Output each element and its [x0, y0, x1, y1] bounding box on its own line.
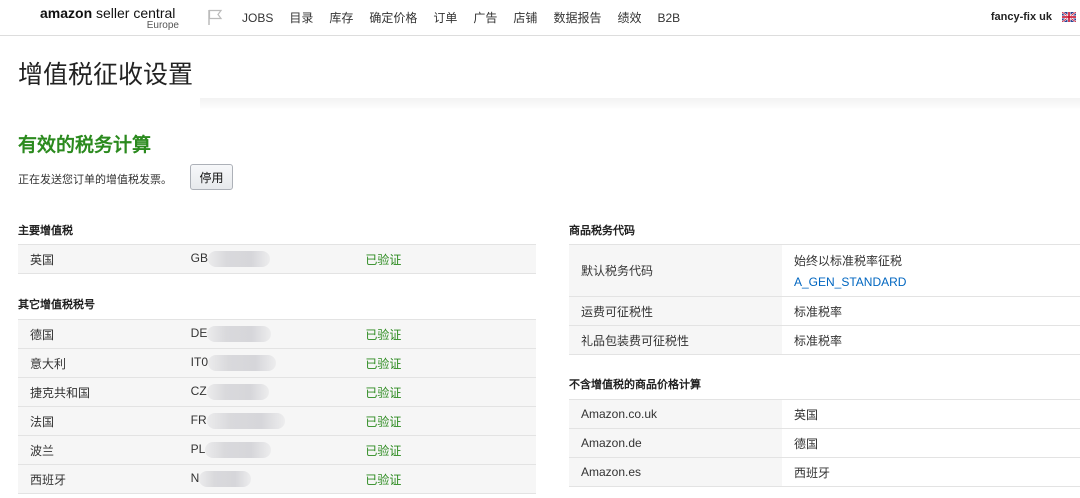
- table-row: 波兰 PL 已验证: [18, 435, 536, 465]
- marketplace-country: 德国: [782, 428, 1080, 458]
- table-row: 意大利 IT0 已验证: [18, 348, 536, 378]
- vat-number: PL: [190, 435, 366, 465]
- table-row: 默认税务代码 始终以标准税率征税 A_GEN_STANDARD: [569, 244, 1080, 297]
- vat-status: 已验证: [365, 377, 536, 407]
- title-divider: [200, 98, 1080, 110]
- uk-flag-icon[interactable]: [1062, 12, 1076, 22]
- disable-button[interactable]: 停用: [190, 164, 233, 190]
- redacted-vat-number: [208, 355, 276, 371]
- seller-central-logo[interactable]: amazon seller central Europe: [40, 5, 185, 33]
- vat-number: IT0: [190, 348, 366, 378]
- primary-vat-heading: 主要增值税: [18, 225, 73, 237]
- marketplace-country: 西班牙: [782, 457, 1080, 487]
- price-calc-heading: 不含增值税的商品价格计算: [569, 379, 701, 391]
- flag-icon[interactable]: [206, 8, 224, 26]
- invoice-status-text: 正在发送您订单的增值税发票。: [18, 174, 172, 186]
- marketplace-name: Amazon.es: [569, 457, 782, 487]
- account-name[interactable]: fancy-fix uk: [991, 11, 1052, 23]
- vat-number: CZ: [190, 377, 366, 407]
- default-tax-code-value: 始终以标准税率征税 A_GEN_STANDARD: [782, 244, 1080, 297]
- marketplace-name: Amazon.co.uk: [569, 399, 782, 429]
- redacted-vat-number: [206, 384, 269, 400]
- giftwrap-taxability-label: 礼品包装费可征税性: [569, 325, 782, 355]
- marketplace-country: 英国: [782, 399, 1080, 429]
- vat-number: N: [190, 464, 366, 494]
- nav-performance[interactable]: 绩效: [617, 11, 641, 25]
- nav-catalog[interactable]: 目录: [289, 11, 313, 25]
- nav-jobs[interactable]: JOBS: [242, 11, 273, 25]
- default-tax-code-label: 默认税务代码: [569, 244, 782, 297]
- vat-number: GB: [190, 244, 366, 274]
- other-vat-table: 德国 DE 已验证 意大利 IT0 已验证 捷克共和国 CZ 已验证 法国 FR…: [18, 319, 536, 494]
- vat-number: DE: [190, 319, 366, 349]
- table-row: Amazon.de 德国: [569, 428, 1080, 458]
- main-nav: JOBS 目录 库存 确定价格 订单 广告 店铺 数据报告 绩效 B2B: [242, 11, 696, 25]
- nav-reports[interactable]: 数据报告: [553, 11, 601, 25]
- redacted-vat-number: [205, 442, 272, 458]
- table-row: 礼品包装费可征税性 标准税率: [569, 325, 1080, 355]
- redacted-vat-number: [208, 251, 270, 267]
- vat-status: 已验证: [365, 464, 536, 494]
- vat-status: 已验证: [365, 348, 536, 378]
- nav-stores[interactable]: 店铺: [513, 11, 537, 25]
- tax-code-heading: 商品税务代码: [569, 225, 635, 237]
- top-nav: amazon seller central Europe JOBS 目录 库存 …: [0, 0, 1080, 36]
- vat-status: 已验证: [365, 244, 536, 274]
- price-calc-table: Amazon.co.uk 英国 Amazon.de 德国 Amazon.es 西…: [569, 399, 1080, 487]
- vat-country: 波兰: [18, 435, 191, 465]
- redacted-vat-number: [207, 326, 272, 342]
- table-row: 法国 FR 已验证: [18, 406, 536, 436]
- vat-country: 德国: [18, 319, 191, 349]
- table-row: 运费可征税性 标准税率: [569, 296, 1080, 326]
- vat-status: 已验证: [365, 406, 536, 436]
- table-row: 德国 DE 已验证: [18, 319, 536, 349]
- other-vat-heading: 其它增值税税号: [18, 299, 95, 311]
- marketplace-name: Amazon.de: [569, 428, 782, 458]
- page-title: 增值税征收设置: [18, 61, 194, 89]
- giftwrap-taxability-value: 标准税率: [782, 325, 1080, 355]
- vat-country: 意大利: [18, 348, 191, 378]
- table-row: 捷克共和国 CZ 已验证: [18, 377, 536, 407]
- tax-code-table: 默认税务代码 始终以标准税率征税 A_GEN_STANDARD 运费可征税性 标…: [569, 244, 1080, 355]
- redacted-vat-number: [199, 471, 252, 487]
- nav-orders[interactable]: 订单: [433, 11, 457, 25]
- logo-wordmark: amazon seller central: [40, 5, 176, 21]
- nav-b2b[interactable]: B2B: [657, 11, 680, 25]
- redacted-vat-number: [206, 413, 285, 429]
- logo-region: Europe: [146, 20, 179, 31]
- shipping-taxability-value: 标准税率: [782, 296, 1080, 326]
- vat-status: 已验证: [365, 319, 536, 349]
- vat-status: 已验证: [365, 435, 536, 465]
- section-title: 有效的税务计算: [18, 135, 152, 156]
- vat-country: 英国: [18, 244, 191, 274]
- vat-number: FR: [190, 406, 366, 436]
- nav-inventory[interactable]: 库存: [329, 11, 353, 25]
- tax-code-link[interactable]: A_GEN_STANDARD: [794, 275, 1080, 289]
- vat-country: 西班牙: [18, 464, 191, 494]
- table-row: 西班牙 N 已验证: [18, 464, 536, 494]
- nav-advertising[interactable]: 广告: [473, 11, 497, 25]
- table-row: 英国 GB 已验证: [18, 244, 536, 274]
- vat-country: 捷克共和国: [18, 377, 191, 407]
- primary-vat-table: 英国 GB 已验证: [18, 244, 536, 274]
- vat-country: 法国: [18, 406, 191, 436]
- nav-pricing[interactable]: 确定价格: [369, 11, 417, 25]
- shipping-taxability-label: 运费可征税性: [569, 296, 782, 326]
- table-row: Amazon.es 西班牙: [569, 457, 1080, 487]
- table-row: Amazon.co.uk 英国: [569, 399, 1080, 429]
